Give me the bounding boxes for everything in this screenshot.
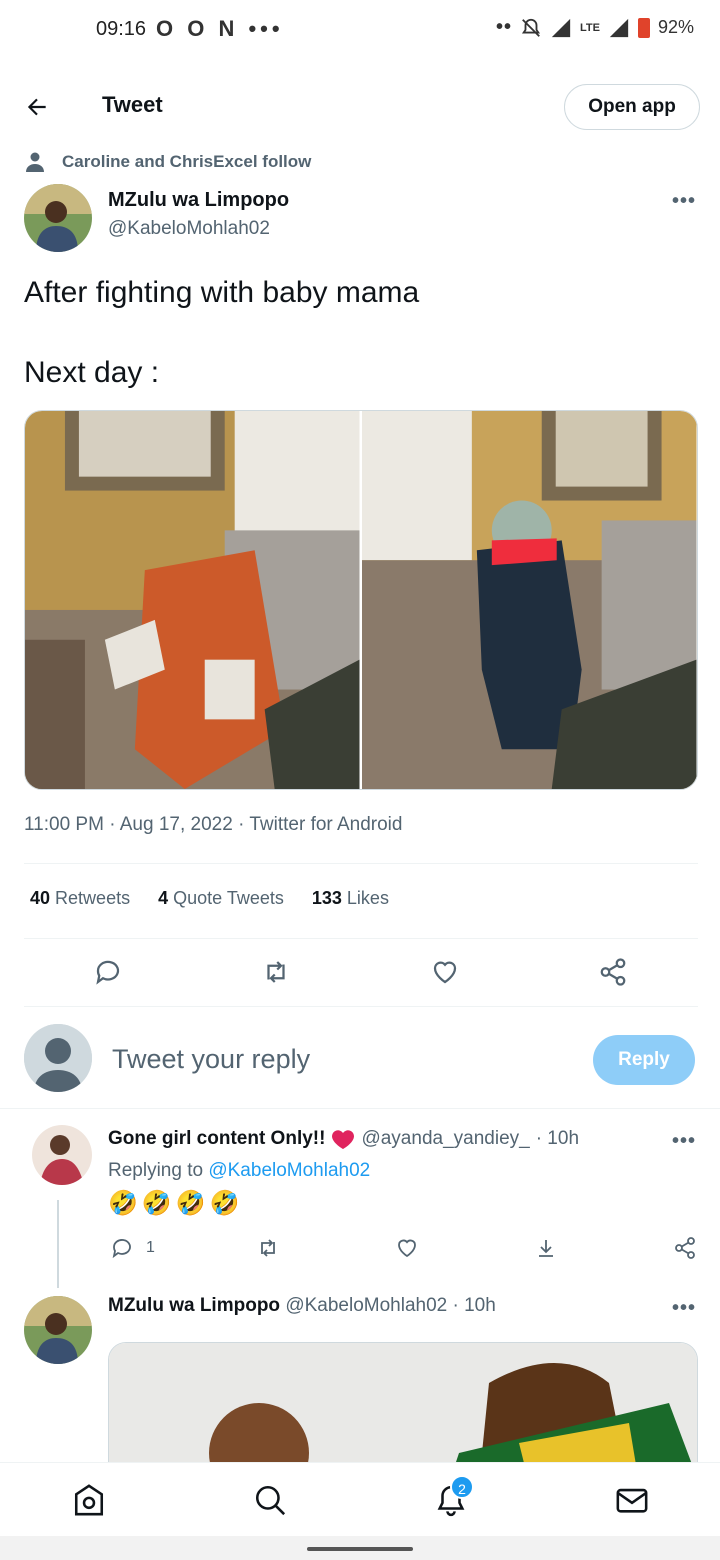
- reply-time: · 10h: [535, 1128, 580, 1149]
- more-options-icon[interactable]: •••: [672, 1297, 696, 1320]
- network-label: LTE: [580, 21, 600, 34]
- avatar[interactable]: [24, 184, 92, 252]
- current-user-avatar: [24, 1024, 92, 1092]
- tweet-text-line1: After fighting with baby mama: [24, 276, 420, 309]
- tweet-stats: 40 Retweets 4 Quote Tweets 133 Likes: [30, 888, 389, 909]
- tweet-photo-2[interactable]: [362, 411, 697, 789]
- search-icon[interactable]: [253, 1483, 287, 1517]
- reply-media[interactable]: [108, 1342, 698, 1482]
- bottom-nav: 2: [0, 1462, 720, 1536]
- share-icon[interactable]: [673, 1236, 697, 1260]
- replying-to-link[interactable]: @KabeloMohlah02: [208, 1160, 370, 1181]
- status-dots: ••: [495, 16, 512, 38]
- reply-author-handle[interactable]: @KabeloMohlah02: [285, 1295, 447, 1316]
- likes-stat[interactable]: 133 Likes: [312, 888, 389, 909]
- status-right: •• LTE 92%: [496, 16, 694, 39]
- tweet-timestamp: 11:00 PM · Aug 17, 2022 · Twitter for An…: [24, 814, 403, 835]
- social-context-text: Caroline and ChrisExcel follow: [62, 152, 312, 171]
- author-name[interactable]: MZulu wa Limpopo: [108, 189, 289, 212]
- reply-input[interactable]: Tweet your reply: [112, 1044, 310, 1075]
- like-icon[interactable]: [395, 1236, 419, 1260]
- more-options-icon[interactable]: •••: [672, 1130, 696, 1153]
- author-handle[interactable]: @KabeloMohlah02: [108, 218, 270, 240]
- reply-icon[interactable]: [110, 1236, 134, 1260]
- retweet-icon[interactable]: [261, 957, 291, 987]
- retweet-icon[interactable]: [256, 1236, 280, 1260]
- reply-button[interactable]: Reply: [593, 1035, 695, 1085]
- like-icon[interactable]: [430, 957, 460, 987]
- home-icon[interactable]: [72, 1483, 106, 1517]
- reply-header: Gone girl content Only!! @ayanda_yandiey…: [108, 1128, 579, 1150]
- reply-header: MZulu wa Limpopo @KabeloMohlah02 · 10h: [108, 1295, 496, 1317]
- battery-percent: 92%: [657, 17, 694, 37]
- tweet-text-line2: Next day :: [24, 356, 160, 389]
- notification-icons: O O N •••: [156, 16, 284, 41]
- share-icon[interactable]: [598, 957, 628, 987]
- red-heart-emoji: [332, 1130, 355, 1149]
- mute-icon: [521, 18, 541, 37]
- tweet-actions: [0, 955, 720, 991]
- status-bar: 09:16 O O N ••• •• LTE 92%: [0, 0, 720, 60]
- signal-icon: [551, 18, 571, 37]
- home-indicator[interactable]: [307, 1547, 413, 1551]
- status-time: 09:16: [96, 18, 147, 40]
- reply-actions: [0, 1236, 720, 1262]
- reply-time: · 10h: [452, 1295, 496, 1316]
- back-arrow-icon[interactable]: [24, 94, 50, 120]
- tweet-photo-1[interactable]: [25, 411, 360, 789]
- avatar[interactable]: [32, 1125, 92, 1185]
- more-options-icon[interactable]: •••: [672, 190, 696, 213]
- open-app-button[interactable]: Open app: [564, 84, 700, 130]
- divider: [24, 938, 698, 939]
- signal-icon-2: [609, 18, 629, 37]
- reply-author-name[interactable]: MZulu wa Limpopo: [108, 1295, 280, 1316]
- divider: [24, 863, 698, 864]
- person-icon: [26, 152, 44, 172]
- replying-to: Replying to @KabeloMohlah02: [108, 1160, 371, 1181]
- reply-count: 1: [146, 1239, 155, 1256]
- page-title: Tweet: [102, 92, 163, 117]
- reply-text: 🤣🤣🤣🤣: [108, 1190, 244, 1217]
- reply-author-name[interactable]: Gone girl content Only!!: [108, 1128, 325, 1150]
- reply-author-handle[interactable]: @ayanda_yandiey_: [361, 1128, 529, 1150]
- messages-icon[interactable]: [615, 1483, 649, 1517]
- quote-tweets-stat[interactable]: 4 Quote Tweets: [158, 888, 284, 909]
- avatar[interactable]: [24, 1296, 92, 1364]
- divider: [0, 1108, 720, 1109]
- app-header: Tweet Open app: [0, 78, 720, 138]
- retweets-stat[interactable]: 40 Retweets: [30, 888, 130, 909]
- battery-icon: [637, 17, 650, 38]
- tweet-media[interactable]: [24, 410, 698, 790]
- download-icon[interactable]: [534, 1236, 558, 1260]
- notifications-badge: 2: [450, 1475, 474, 1499]
- social-context: Caroline and ChrisExcel follow: [26, 152, 311, 172]
- divider: [24, 1006, 698, 1007]
- reply-icon[interactable]: [93, 957, 123, 987]
